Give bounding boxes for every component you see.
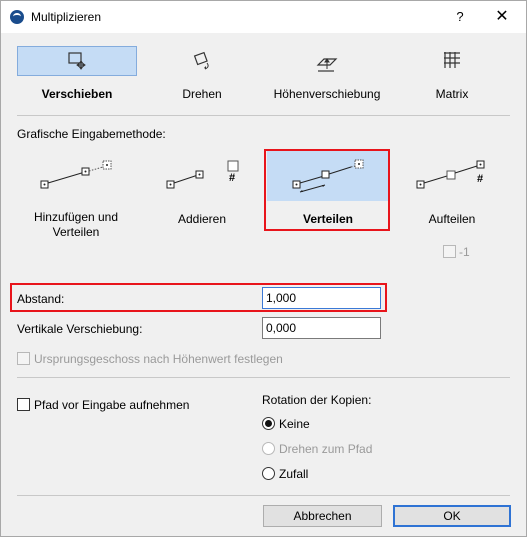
input-method-heading: Grafische Eingabemethode: <box>17 127 166 141</box>
vertical-offset-label: Vertikale Verschiebung: <box>17 322 143 336</box>
minus-one-checkbox[interactable] <box>443 245 456 258</box>
minus-one-label: -1 <box>459 245 470 259</box>
vertical-offset-field[interactable]: 0,000 <box>262 317 381 339</box>
tab-label-rotate: Drehen <box>182 87 222 101</box>
highlight-distance <box>10 283 387 312</box>
rotate-icon <box>193 51 209 70</box>
help-button[interactable]: ? <box>447 6 473 28</box>
origin-story-checkbox[interactable] <box>17 352 30 365</box>
highlight-distribute <box>264 149 390 231</box>
tab-rotate[interactable] <box>147 46 257 76</box>
elevate-icon <box>316 58 338 72</box>
origin-story-label: Ursprungsgeschoss nach Höhenwert festleg… <box>34 352 283 366</box>
rotation-heading: Rotation der Kopien: <box>262 393 372 407</box>
divider <box>17 495 510 496</box>
method-divide[interactable]: # <box>391 151 513 201</box>
method-label-line2: Verteilen <box>52 225 100 239</box>
record-path-label: Pfad vor Eingabe aufnehmen <box>34 398 190 412</box>
divider <box>17 115 510 116</box>
ok-button[interactable]: OK <box>393 505 511 527</box>
increment-icon <box>166 160 239 189</box>
tab-matrix[interactable] <box>397 46 507 76</box>
method-label-divide: Aufteilen <box>428 212 476 226</box>
rotation-none-radio[interactable] <box>262 417 275 430</box>
matrix-icon <box>444 52 460 68</box>
divider <box>17 377 510 378</box>
tab-elevate[interactable] <box>267 46 387 76</box>
record-path-checkbox[interactable] <box>17 398 30 411</box>
tab-label-elevate: Höhenverschiebung <box>273 87 381 101</box>
tab-label-move: Verschieben <box>41 87 113 101</box>
method-add-distribute[interactable] <box>15 151 137 201</box>
tab-label-matrix: Matrix <box>435 87 469 101</box>
method-label-line1: Hinzufügen und <box>33 210 119 224</box>
method-increment[interactable]: # <box>141 151 263 201</box>
rotation-along-path-label: Drehen zum Pfad <box>279 442 373 456</box>
tab-move[interactable] <box>17 46 137 76</box>
rotation-along-path-radio[interactable] <box>262 442 275 455</box>
cancel-button[interactable]: Abbrechen <box>263 505 382 527</box>
rotation-none-label: Keine <box>279 417 310 431</box>
count-hash: # <box>229 172 236 184</box>
close-button[interactable]: ✕ <box>489 6 515 28</box>
window-title: Multiplizieren <box>31 10 102 24</box>
method-label-increment: Addieren <box>177 212 227 226</box>
add-distribute-icon <box>40 160 112 189</box>
rotation-random-label: Zufall <box>279 467 309 481</box>
rotation-random-radio[interactable] <box>262 467 275 480</box>
move-icon <box>68 52 86 70</box>
count-hash: # <box>477 173 484 185</box>
method-label-add-distribute: Hinzufügen und Verteilen <box>15 210 137 240</box>
divide-icon <box>416 160 485 189</box>
title-bar: Multiplizieren ? ✕ <box>1 1 526 33</box>
app-logo-icon <box>10 10 24 24</box>
multiply-dialog: Multiplizieren ? ✕ Verschieben Drehen Hö… <box>0 0 527 537</box>
